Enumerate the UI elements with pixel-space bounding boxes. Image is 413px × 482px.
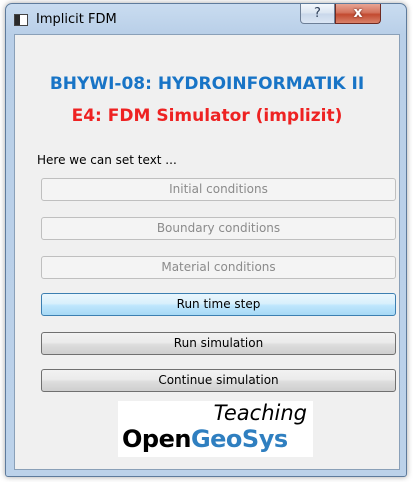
material-conditions-button[interactable]: Material conditions: [41, 256, 396, 279]
logo-opengeosys-text: OpenGeoSys: [122, 425, 288, 453]
window-icon: [14, 14, 28, 26]
app-window: Implicit FDM ? x BHYWI-08: HYDROINFORMAT…: [5, 3, 407, 477]
logo-sys: Sys: [241, 425, 288, 453]
run-simulation-button[interactable]: Run simulation: [41, 332, 396, 355]
title-bar[interactable]: Implicit FDM ? x: [6, 4, 406, 34]
opengeosys-logo: Teaching OpenGeoSys: [118, 401, 313, 457]
boundary-conditions-button[interactable]: Boundary conditions: [41, 217, 396, 240]
close-button[interactable]: x: [335, 4, 381, 24]
window-title: Implicit FDM: [36, 12, 117, 27]
exercise-title: E4: FDM Simulator (implizit): [71, 106, 343, 126]
initial-conditions-button[interactable]: Initial conditions: [41, 178, 396, 201]
help-button[interactable]: ?: [300, 4, 335, 24]
logo-geo: Geo: [190, 425, 242, 453]
course-title: BHYWI-08: HYDROINFORMATIK II: [49, 74, 365, 94]
info-label: Here we can set text ...: [37, 153, 177, 167]
logo-teaching-text: Teaching: [213, 401, 307, 425]
run-time-step-button[interactable]: Run time step: [41, 293, 396, 316]
continue-simulation-button[interactable]: Continue simulation: [41, 369, 396, 392]
logo-open: Open: [122, 425, 191, 453]
